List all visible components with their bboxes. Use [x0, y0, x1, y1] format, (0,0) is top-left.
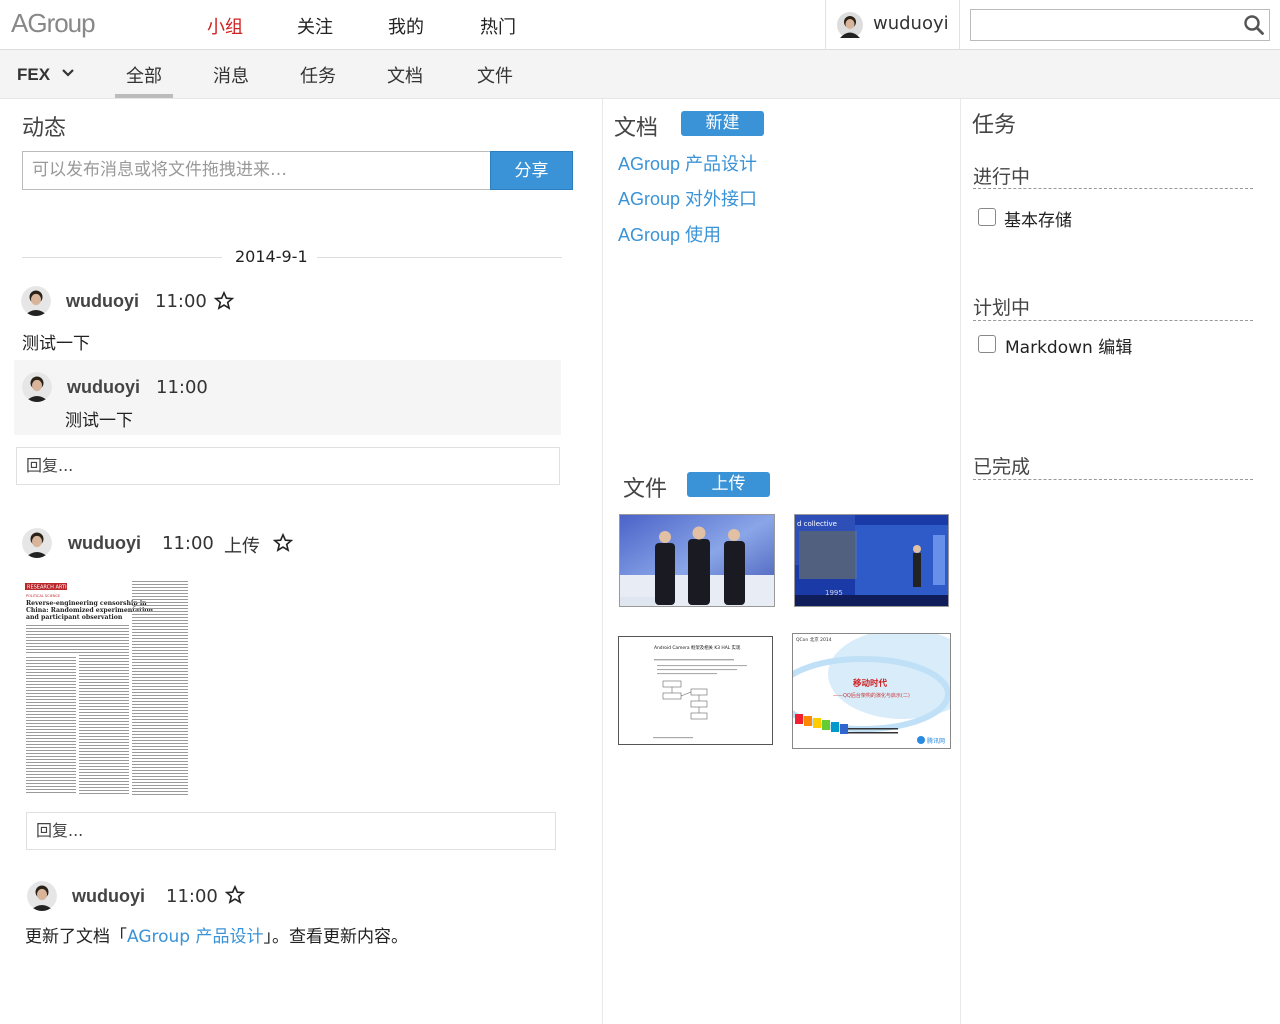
post-text: 更新了文档「AGroup 产品设计」。查看更新内容。: [25, 922, 408, 947]
group-nav-bar: FEX 全部 消息 任务 文档 文件: [0, 50, 1280, 99]
tab-tasks[interactable]: 任务: [300, 62, 336, 88]
file-thumbnail[interactable]: QCon 北京 2014 移动时代 ——QQ后台架构的演化与启示(二) 腾讯网: [792, 633, 951, 749]
docs-title: 文档: [614, 116, 659, 141]
new-doc-button[interactable]: 新建: [681, 111, 764, 136]
paper-page-preview: RESEARCH ARTICLE POLITICAL SCIENCE Rever…: [24, 577, 192, 800]
section-planned: 计划中: [973, 297, 1031, 319]
post-text-prefix: 更新了文档「: [25, 927, 127, 947]
photo-preview: d collective 1995: [795, 515, 948, 606]
post-action: 上传: [224, 536, 260, 557]
task-checkbox[interactable]: [978, 335, 996, 353]
feed-title: 动态: [22, 116, 67, 141]
document-preview: Android Camera 框架及相关 K3 HAL 实现: [619, 637, 772, 744]
avatar[interactable]: [22, 528, 52, 558]
uploaded-paper-thumbnail[interactable]: RESEARCH ARTICLE POLITICAL SCIENCE Rever…: [24, 577, 192, 800]
doc-item[interactable]: AGroup 产品设计: [618, 150, 757, 176]
top-bar: AGroup 小组 关注 我的 热门 wuduoyi: [0, 0, 1280, 50]
avatar[interactable]: [21, 286, 51, 316]
paper-title-line1: Reverse-engineering censorship in: [26, 600, 147, 607]
reply-time: 11:00: [156, 377, 208, 398]
column-divider: [960, 99, 961, 1024]
file-thumbnail[interactable]: [619, 514, 775, 607]
thumb2-caption: d collective: [797, 520, 837, 528]
slide-preview: QCon 北京 2014 移动时代 ——QQ后台架构的演化与启示(二) 腾讯网: [793, 634, 950, 748]
user-name: wuduoyi: [873, 13, 949, 34]
thumb4-title: 移动时代: [853, 678, 888, 689]
post-text: 测试一下: [22, 334, 90, 354]
section-in-progress: 进行中: [973, 166, 1031, 188]
post-time: 11:00: [155, 291, 207, 312]
post-author[interactable]: wuduoyi: [66, 291, 139, 312]
post-text-suffix: 」。查看更新内容。: [263, 927, 409, 947]
avatar[interactable]: [22, 372, 52, 402]
reply-author[interactable]: wuduoyi: [67, 377, 140, 398]
section-divider: [973, 320, 1253, 321]
chevron-down-icon[interactable]: [61, 68, 75, 78]
post-time: 11:00: [162, 533, 214, 554]
post-time: 11:00: [166, 886, 218, 907]
app-logo[interactable]: AGroup: [11, 8, 96, 39]
reply-input[interactable]: 回复...: [16, 447, 560, 485]
tab-all[interactable]: 全部: [126, 62, 162, 88]
search-box: [970, 9, 1270, 41]
search-input[interactable]: [971, 10, 1231, 40]
doc-item[interactable]: AGroup 使用: [618, 221, 721, 247]
search-icon[interactable]: [1243, 14, 1265, 36]
tab-messages[interactable]: 消息: [213, 62, 249, 88]
paper-kicker: POLITICAL SCIENCE: [26, 594, 60, 598]
task-checkbox[interactable]: [978, 208, 996, 226]
files-title: 文件: [623, 477, 668, 502]
date-divider-right: [317, 257, 562, 258]
reply-input[interactable]: 回复...: [26, 812, 556, 850]
thumb4-brand: 腾讯网: [927, 737, 945, 745]
reply-card: wuduoyi 11:00 测试一下: [14, 360, 561, 435]
avatar[interactable]: [27, 881, 57, 911]
user-avatar: [837, 12, 863, 38]
upload-button[interactable]: 上传: [687, 472, 770, 497]
file-thumbnail[interactable]: Android Camera 框架及相关 K3 HAL 实现: [618, 636, 773, 745]
date-label: 2014-9-1: [235, 247, 308, 266]
thumb3-title: Android Camera 框架及相关 K3 HAL 实现: [654, 644, 741, 651]
star-icon[interactable]: [273, 533, 293, 553]
group-name[interactable]: FEX: [17, 65, 50, 85]
topnav-mine[interactable]: 我的: [388, 13, 424, 39]
share-input[interactable]: 可以发布消息或将文件拖拽进来…: [22, 151, 490, 190]
post-author[interactable]: wuduoyi: [72, 886, 145, 907]
post-author[interactable]: wuduoyi: [68, 533, 141, 554]
paper-title-line3: and participant observation: [26, 614, 123, 621]
topnav-hot[interactable]: 热门: [480, 13, 516, 39]
column-divider: [602, 99, 603, 1024]
active-tab-indicator: [115, 94, 173, 98]
tab-files[interactable]: 文件: [477, 62, 513, 88]
share-button[interactable]: 分享: [490, 151, 573, 190]
topnav-following[interactable]: 关注: [297, 13, 333, 39]
section-divider: [973, 188, 1253, 189]
reply-text: 测试一下: [65, 411, 133, 431]
doc-link[interactable]: AGroup 产品设计: [127, 927, 264, 947]
section-divider: [973, 479, 1253, 480]
date-divider-left: [22, 257, 222, 258]
thumb4-header: QCon 北京 2014: [796, 636, 832, 643]
task-item[interactable]: 基本存储: [1004, 206, 1072, 231]
tab-docs[interactable]: 文档: [387, 62, 423, 88]
user-menu[interactable]: wuduoyi: [825, 0, 960, 50]
star-icon[interactable]: [225, 885, 245, 905]
thumb4-subtitle: ——QQ后台架构的演化与启示(二): [833, 692, 910, 699]
section-done: 已完成: [973, 456, 1031, 478]
doc-item[interactable]: AGroup 对外接口: [618, 185, 757, 211]
tasks-title: 任务: [972, 113, 1017, 138]
paper-label: RESEARCH ARTICLE: [27, 585, 76, 591]
photo-preview: [620, 515, 774, 606]
task-item[interactable]: Markdown 编辑: [1005, 333, 1132, 358]
star-icon[interactable]: [214, 291, 234, 311]
topnav-groups[interactable]: 小组: [207, 13, 243, 39]
file-thumbnail[interactable]: d collective 1995: [794, 514, 949, 607]
